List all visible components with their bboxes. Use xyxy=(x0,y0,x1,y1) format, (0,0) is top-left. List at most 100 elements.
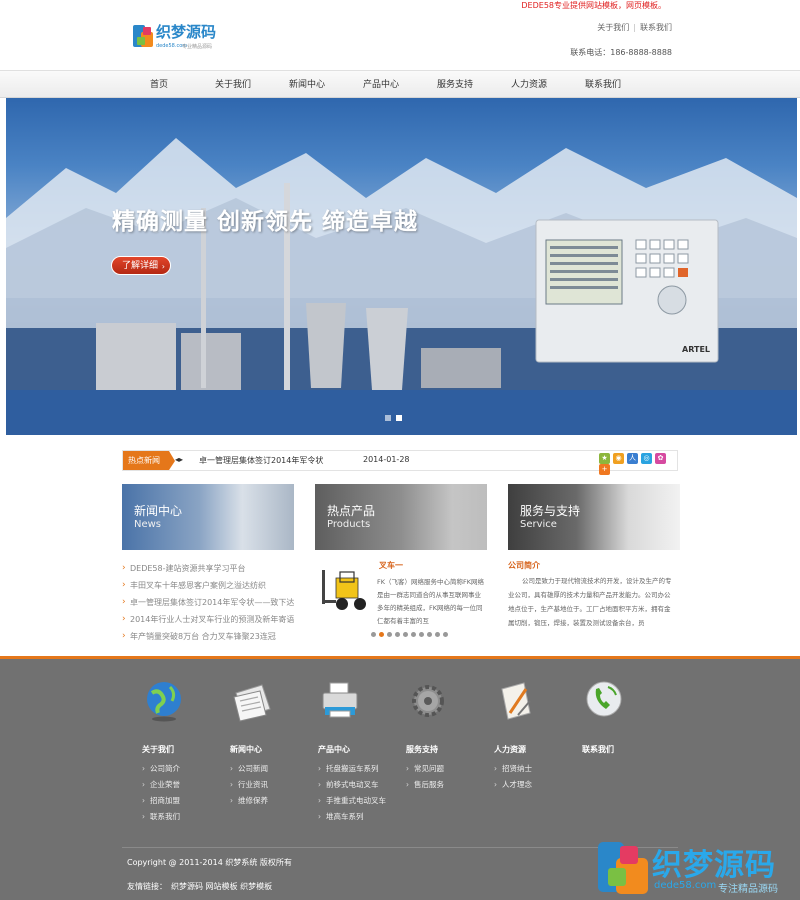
copyright-text: Copyright @ 2011-2014 织梦系统 版权所有 xyxy=(127,858,292,867)
products-column: 热点产品 Products 叉车一 FK（飞客）网络服务中心简称FK网络是由一群… xyxy=(315,484,487,637)
share-more-icon[interactable]: + xyxy=(599,464,610,475)
nav-item-contact[interactable]: 联系我们 xyxy=(566,71,640,99)
friend-link[interactable]: 织梦源码 xyxy=(171,882,203,891)
footer-heading: 联系我们 xyxy=(582,745,614,754)
share-qzone-icon[interactable]: ★ xyxy=(599,453,610,464)
hot-news-date: 2014-01-28 xyxy=(363,455,410,464)
banner-dot-active[interactable] xyxy=(396,415,402,421)
footer-column-products: 产品中心 托盘搬运车系列 前移式电动叉车 手推重式电动叉车 堆高车系列 xyxy=(318,679,398,825)
device-brand-label: ARTEL xyxy=(682,345,710,354)
main-nav: 首页 关于我们 新闻中心 产品中心 服务支持 人力资源 联系我们 xyxy=(0,70,800,98)
share-kaixin-icon[interactable]: ✿ xyxy=(655,453,666,464)
banner-details-button[interactable]: 了解详细 › xyxy=(111,256,171,275)
site-header: 织梦源码 dede58.com 专业精品源码 DEDE58专业提供网站模板，网页… xyxy=(0,0,800,70)
service-column-title: 服务与支持 xyxy=(520,504,581,518)
footer-link[interactable]: 招贤纳士 xyxy=(494,761,574,777)
friend-links-label: 友情链接： xyxy=(127,882,167,891)
top-links: 关于我们 | 联系我们 xyxy=(597,22,672,33)
company-intro-title[interactable]: 公司简介 xyxy=(508,560,540,571)
hot-news-title[interactable]: 卓一管理层集体签订2014年军令状 xyxy=(199,455,323,466)
hot-news-arrows[interactable]: ◂▸ xyxy=(175,455,183,464)
site-logo[interactable]: 织梦源码 dede58.com 专业精品源码 xyxy=(132,20,222,56)
news-column-subtitle: News xyxy=(134,519,162,530)
hot-news-bar: 热点新闻 ◂▸ 卓一管理层集体签订2014年军令状 2014-01-28 ★ ◉ 人… xyxy=(122,450,678,475)
top-link-contact[interactable]: 联系我们 xyxy=(640,23,672,32)
newspaper-icon xyxy=(233,684,271,722)
news-list: DEDE58-建站资源共享学习平台 丰田叉车十年感恩客户案例之溢达纺织 卓一管理… xyxy=(122,560,294,645)
banner-headline: 精确测量 创新领先 缔造卓越 xyxy=(112,209,419,235)
footer-heading: 关于我们 xyxy=(142,745,174,754)
nav-item-products[interactable]: 产品中心 xyxy=(344,71,418,99)
footer-link[interactable]: 招商加盟 xyxy=(142,793,222,809)
footer-link[interactable]: 前移式电动叉车 xyxy=(318,777,398,793)
carousel-dot[interactable] xyxy=(395,632,400,637)
footer-column-contact: 联系我们 xyxy=(582,679,662,755)
news-list-item[interactable]: 卓一管理层集体签订2014年军令状——致下达 xyxy=(122,594,294,611)
footer-link[interactable]: 手推重式电动叉车 xyxy=(318,793,398,809)
friend-link[interactable]: 织梦模板 xyxy=(240,882,272,891)
footer-link[interactable]: 企业荣誉 xyxy=(142,777,222,793)
carousel-dot[interactable] xyxy=(435,632,440,637)
share-tqq-icon[interactable]: ◎ xyxy=(641,453,652,464)
nav-item-about[interactable]: 关于我们 xyxy=(196,71,270,99)
top-link-separator: | xyxy=(633,23,636,32)
service-column: 服务与支持 Service 公司简介 公司是致力于现代物流技术的开发，设计及生产… xyxy=(508,484,680,627)
footer-link[interactable]: 托盘搬运车系列 xyxy=(318,761,398,777)
friend-link[interactable]: 网站模板 xyxy=(206,882,238,891)
footer-column-about: 关于我们 公司简介 企业荣誉 招商加盟 联系我们 xyxy=(142,679,222,825)
products-column-title: 热点产品 xyxy=(327,504,376,518)
friend-links: 友情链接： 织梦源码 网站模板 织梦模板 xyxy=(127,881,272,892)
footer-link[interactable]: 人才理念 xyxy=(494,777,574,793)
nav-item-hr[interactable]: 人力资源 xyxy=(492,71,566,99)
company-intro-description: 公司是致力于现代物流技术的开发，设计及生产的专业公司，具有雄厚的技术力量和产品开… xyxy=(508,577,672,627)
carousel-dot[interactable] xyxy=(387,632,392,637)
footer-heading: 产品中心 xyxy=(318,745,350,754)
carousel-dot[interactable] xyxy=(371,632,376,637)
footer-column-hr: 人力资源 招贤纳士 人才理念 xyxy=(494,679,574,793)
dede58-watermark: 织梦源码 dede58.com 专注精品源码 xyxy=(596,838,800,900)
power-analyzer-device-image: ARTEL xyxy=(535,219,719,363)
carousel-dot[interactable] xyxy=(403,632,408,637)
nav-item-service[interactable]: 服务支持 xyxy=(418,71,492,99)
service-column-banner[interactable]: 服务与支持 Service xyxy=(508,484,680,550)
carousel-dot-active[interactable] xyxy=(379,632,384,637)
carousel-dot[interactable] xyxy=(411,632,416,637)
nav-item-home[interactable]: 首页 xyxy=(122,71,196,99)
top-promo-text[interactable]: DEDE58专业提供网站模板，网页模板。 xyxy=(521,0,666,11)
carousel-dot[interactable] xyxy=(427,632,432,637)
footer-link[interactable]: 堆高车系列 xyxy=(318,809,398,825)
forklift-image[interactable] xyxy=(320,568,376,612)
footer-column-service: 服务支持 常见问题 售后服务 xyxy=(406,679,486,793)
share-weibo-icon[interactable]: ◉ xyxy=(613,453,624,464)
news-column-title: 新闻中心 xyxy=(134,504,183,518)
logo-brand: 织梦源码 xyxy=(156,23,217,41)
hot-news-tab: 热点新闻 xyxy=(123,451,175,470)
share-renren-icon[interactable]: 人 xyxy=(627,453,638,464)
top-link-about[interactable]: 关于我们 xyxy=(597,23,629,32)
footer-link[interactable]: 售后服务 xyxy=(406,777,486,793)
products-column-subtitle: Products xyxy=(327,519,371,530)
banner-dot[interactable] xyxy=(385,415,391,421)
footer-link[interactable]: 行业资讯 xyxy=(230,777,310,793)
footer-link[interactable]: 公司新闻 xyxy=(230,761,310,777)
globe-icon xyxy=(147,682,181,722)
carousel-dot[interactable] xyxy=(443,632,448,637)
news-list-item[interactable]: 2014年行业人士对叉车行业的预测及新年寄语 xyxy=(122,611,294,628)
hero-banner[interactable]: 精确测量 创新领先 缔造卓越 了解详细 › ARTEL xyxy=(6,98,797,435)
footer-link[interactable]: 维修保养 xyxy=(230,793,310,809)
banner-slide-indicators xyxy=(385,414,407,424)
footer-link[interactable]: 联系我们 xyxy=(142,809,222,825)
logo-mark-icon xyxy=(133,25,153,47)
carousel-dot[interactable] xyxy=(419,632,424,637)
footer-link[interactable]: 公司简介 xyxy=(142,761,222,777)
footer-link[interactable]: 常见问题 xyxy=(406,761,486,777)
news-column-banner[interactable]: 新闻中心 News xyxy=(122,484,294,550)
news-list-item[interactable]: 丰田叉车十年感恩客户案例之溢达纺织 xyxy=(122,577,294,594)
nav-item-news[interactable]: 新闻中心 xyxy=(270,71,344,99)
news-list-item[interactable]: 年产销量突破8万台 合力叉车锋聚23连冠 xyxy=(122,628,294,645)
product-item-title[interactable]: 叉车一 xyxy=(379,560,403,571)
products-column-banner[interactable]: 热点产品 Products xyxy=(315,484,487,550)
share-buttons: ★ ◉ 人 ◎ ✿ + xyxy=(599,453,677,475)
news-list-item[interactable]: DEDE58-建站资源共享学习平台 xyxy=(122,560,294,577)
printer-icon xyxy=(322,682,358,718)
